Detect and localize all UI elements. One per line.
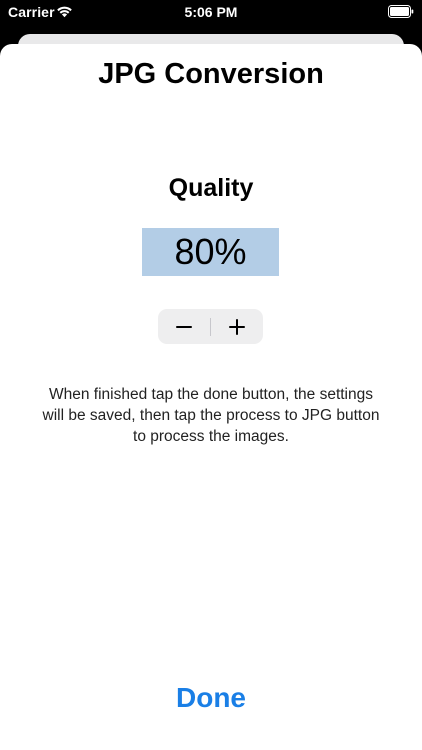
instructions-text: When finished tap the done button, the s… xyxy=(42,386,380,445)
jpg-conversion-sheet: JPG Conversion Quality 80% When finished… xyxy=(0,44,422,750)
decrement-button[interactable] xyxy=(158,309,210,344)
quality-label: Quality xyxy=(168,174,254,202)
status-bar: Carrier 5:06 PM xyxy=(0,0,422,26)
done-button[interactable]: Done xyxy=(0,682,422,714)
status-time: 5:06 PM xyxy=(184,4,238,20)
increment-button[interactable] xyxy=(211,309,263,344)
quality-stepper xyxy=(158,309,263,344)
quality-value: 80% xyxy=(142,228,279,276)
minus-icon xyxy=(176,325,192,328)
page-title: JPG Conversion xyxy=(98,58,324,90)
battery-icon xyxy=(388,5,414,18)
plus-icon xyxy=(229,318,245,335)
